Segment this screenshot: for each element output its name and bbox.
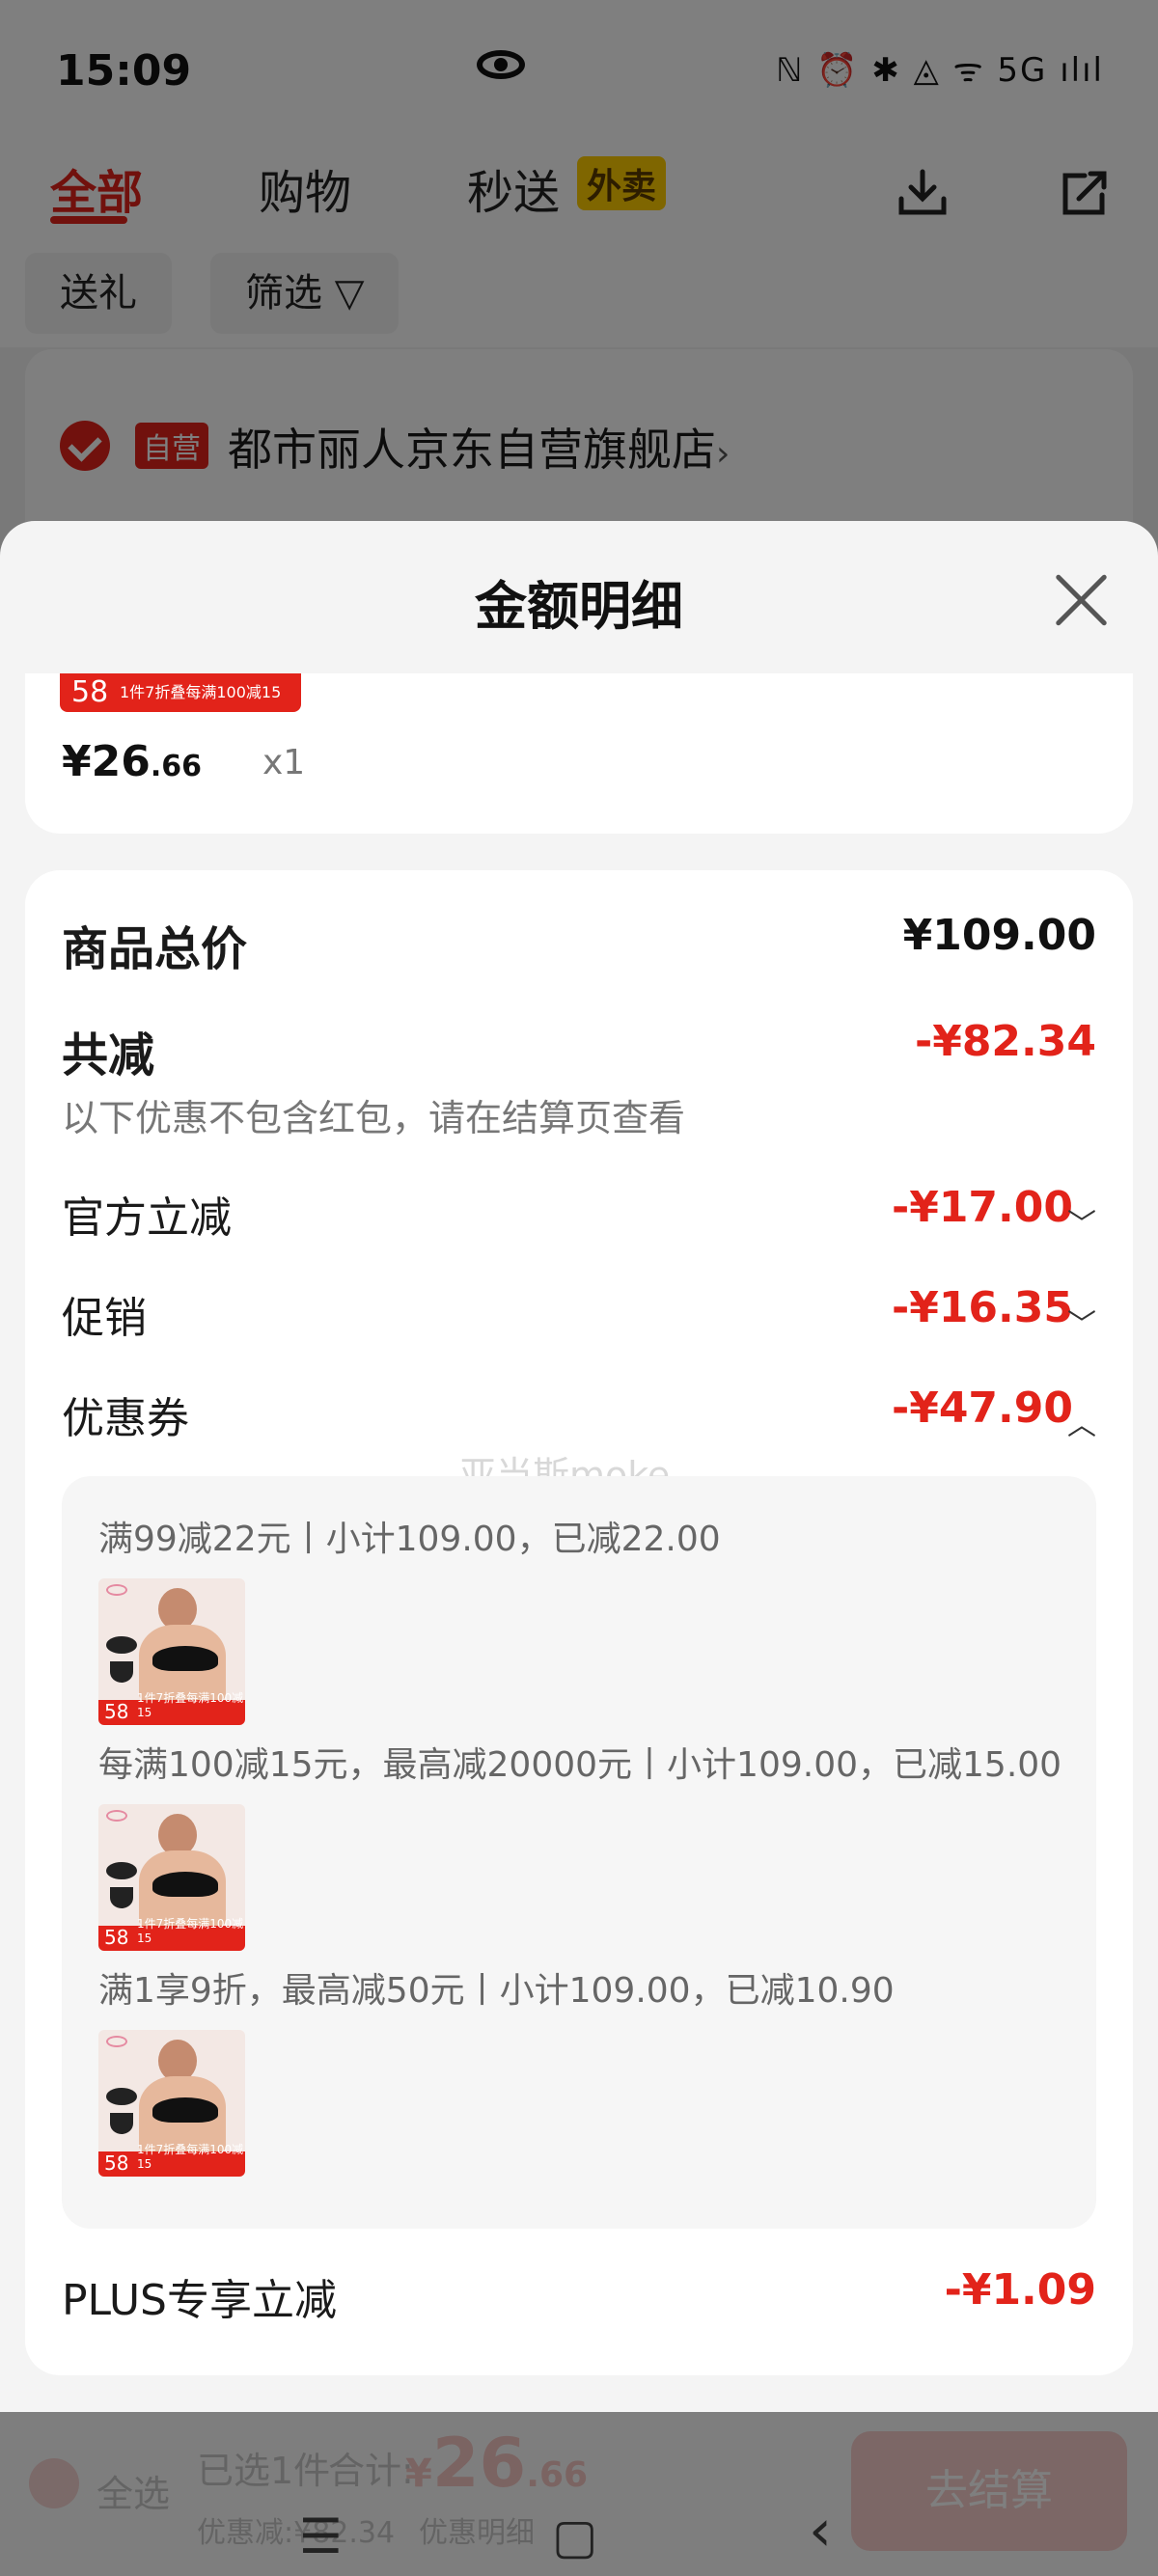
total-price-label: 商品总价	[62, 922, 248, 976]
product-card: 58 1件7折叠每满100减15 ¥26.66 x1	[25, 673, 1133, 834]
chevron-up-icon: ︿	[1067, 1409, 1096, 1442]
coupon-line: 每满100减15元，最高减20000元丨小计109.00，已减15.00	[98, 1745, 1062, 1785]
promotion-row[interactable]: 促销 -¥16.35 ﹀	[62, 1283, 1096, 1351]
promotion-value: -¥16.35	[891, 1283, 1073, 1332]
total-price-row: 商品总价 ¥109.00	[62, 911, 1096, 978]
coupon-value: -¥47.90	[891, 1384, 1073, 1433]
official-reduce-value: -¥17.00	[891, 1183, 1073, 1232]
sheet-title: 金额明细	[475, 576, 683, 637]
plus-reduce-row: PLUS专享立减 -¥1.09	[62, 2265, 1096, 2333]
coupon-detail-box: 满99减22元丨小计109.00，已减22.00 58 1件7折叠每满100减15…	[62, 1476, 1096, 2229]
product-quantity: x1	[262, 743, 306, 782]
menu-icon[interactable]: ☰	[299, 2508, 343, 2564]
total-reduce-value: -¥82.34	[914, 1017, 1096, 1066]
banner-num: 58	[71, 675, 109, 709]
promotion-label: 促销	[62, 1294, 147, 1343]
redpacket-note: 以下优惠不包含红包，请在结算页查看	[62, 1097, 686, 1139]
plus-reduce-value: -¥1.09	[944, 2265, 1096, 2315]
product-thumbnail: 58 1件7折叠每满100减15	[98, 1804, 245, 1951]
plus-reduce-label: PLUS专享立减	[62, 2276, 337, 2325]
amount-detail-sheet: 金额明细 58 1件7折叠每满100减15 ¥26.66 x1 商品总价 ¥10…	[0, 521, 1158, 2412]
coupon-line: 满99减22元丨小计109.00，已减22.00	[98, 1520, 721, 1559]
coupon-row[interactable]: 优惠券 -¥47.90 ︿	[62, 1384, 1096, 1451]
total-reduce-row: 共减 -¥82.34	[62, 1017, 1096, 1084]
back-icon[interactable]: ‹	[809, 2497, 832, 2564]
coupon-line: 满1享9折，最高减50元丨小计109.00，已减10.90	[98, 1971, 895, 2011]
official-reduce-row[interactable]: 官方立减 -¥17.00 ﹀	[62, 1183, 1096, 1250]
product-image-banner: 58 1件7折叠每满100减15	[60, 673, 301, 712]
product-thumbnail: 58 1件7折叠每满100减15	[98, 2030, 245, 2177]
home-icon[interactable]: ▢	[552, 2508, 597, 2564]
amount-detail-card: 商品总价 ¥109.00 共减 -¥82.34 以下优惠不包含红包，请在结算页查…	[25, 870, 1133, 2375]
banner-text: 1件7折叠每满100减15	[120, 683, 282, 701]
chevron-down-icon: ﹀	[1067, 1308, 1096, 1342]
official-reduce-label: 官方立减	[62, 1193, 232, 1243]
system-nav-bar: ☰ ▢ ‹	[0, 2470, 1158, 2576]
total-price-value: ¥109.00	[902, 911, 1096, 960]
close-icon[interactable]	[1052, 571, 1110, 629]
chevron-down-icon: ﹀	[1067, 1208, 1096, 1242]
coupon-label: 优惠券	[62, 1394, 189, 1443]
product-thumbnail: 58 1件7折叠每满100减15	[98, 1578, 245, 1725]
product-price: ¥26.66	[62, 737, 203, 786]
total-reduce-label: 共减	[62, 1028, 155, 1082]
